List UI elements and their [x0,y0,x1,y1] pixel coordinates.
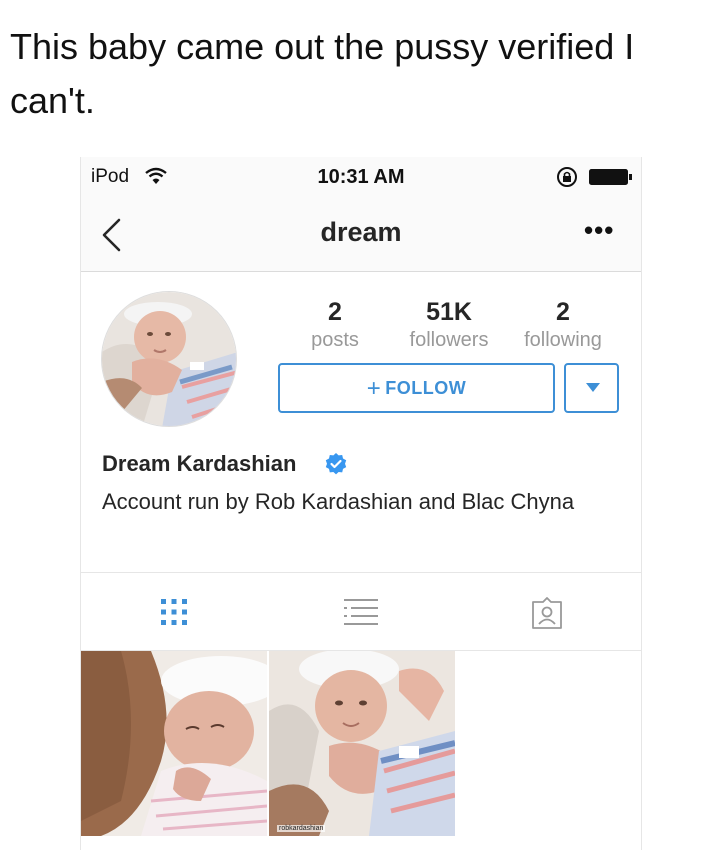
battery-icon [589,169,632,185]
stat-label: following [524,329,602,351]
stat-following[interactable]: 2 following [515,297,611,353]
caret-down-icon [586,383,600,392]
full-name: Dream Kardashian [102,451,297,476]
repost-watermark: robkardashian [277,825,326,832]
profile-tabs [81,572,641,651]
stat-label: followers [409,329,489,351]
stat-value: 51K [426,298,472,326]
stat-followers[interactable]: 51K followers [401,297,497,353]
stat-posts[interactable]: 2 posts [303,297,367,353]
post-thumbnail[interactable]: robkardashian [269,651,455,836]
stat-label: posts [311,329,359,351]
tagged-photos-icon[interactable] [530,597,564,629]
stat-value: 2 [328,298,342,326]
verified-badge-icon [325,453,347,475]
profile-header: dream ••• [81,197,641,272]
tweet-caption: This baby came out the pussy verified I … [10,26,635,121]
username-title: dream [320,217,402,247]
avatar[interactable] [101,291,237,427]
plus-icon: + [366,375,382,402]
lock-rotation-icon [557,167,577,187]
list-view-icon[interactable] [343,597,379,627]
more-icon[interactable]: ••• [584,217,614,243]
post-thumbnail[interactable] [81,651,267,836]
stat-value: 2 [556,298,570,326]
status-bar: iPod 10:31 AM [81,157,641,197]
instagram-screenshot: iPod 10:31 AM dream ••• 2 posts 51K foll… [80,157,642,850]
follow-label: FOLLOW [385,378,467,398]
suggested-accounts-dropdown-button[interactable] [564,363,619,413]
bio: Account run by Rob Kardashian and Blac C… [102,489,575,514]
follow-button[interactable]: + FOLLOW [278,363,555,413]
grid-view-icon[interactable] [159,597,189,627]
